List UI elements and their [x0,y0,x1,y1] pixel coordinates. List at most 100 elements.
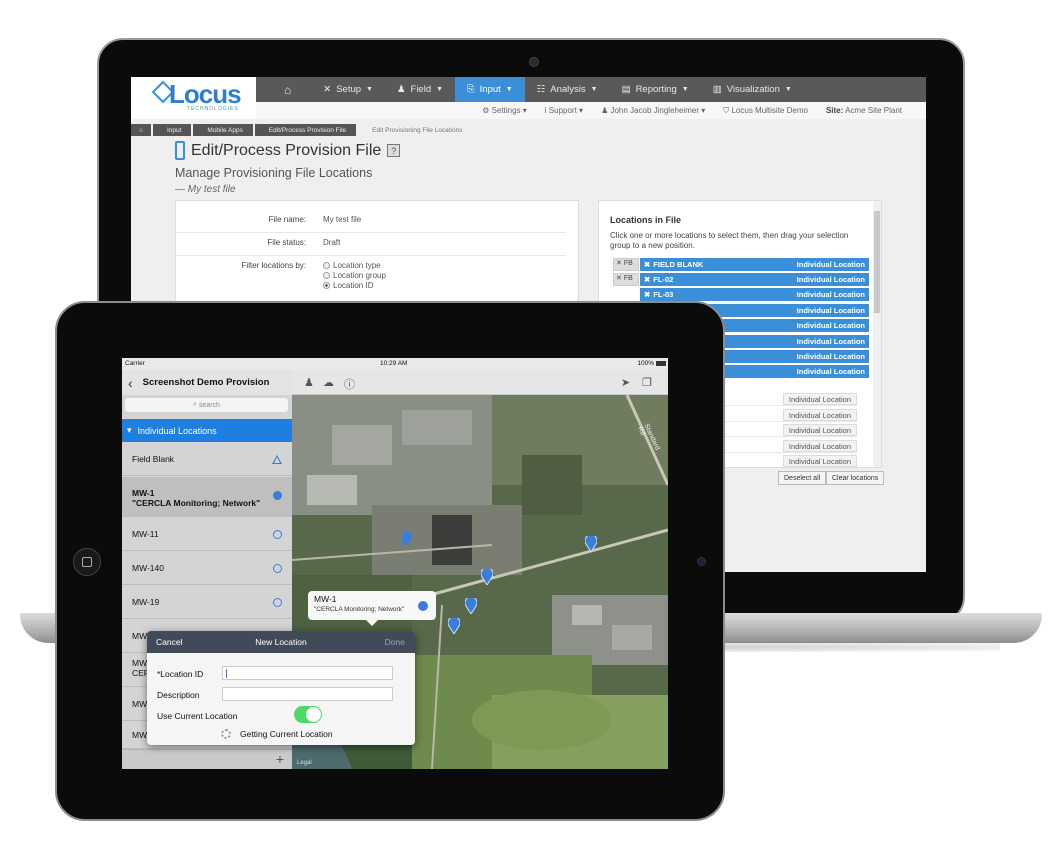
group-tag[interactable]: ✕ FB [613,258,639,271]
tools-icon: ✕ [323,84,332,95]
close-icon: ✖ [644,290,651,299]
location-id-input[interactable] [222,666,393,680]
scroll-thumb[interactable] [874,211,880,313]
nav-reporting-label: Reporting [635,84,677,95]
user-location-icon[interactable]: ♟ [304,376,314,389]
description-input[interactable] [222,687,393,701]
info-icon[interactable]: ⓘ [344,376,355,392]
mobile-phone-icon [175,141,185,160]
close-icon: ✕ [616,275,624,282]
close-icon: ✖ [644,275,651,284]
item-name: MW-1 [132,488,155,498]
nav-field-label: Field [410,84,432,95]
org-menu[interactable]: ⛉ Locus Multisite Demo [723,106,808,116]
item-name: MW-19 [132,597,160,607]
filled-circle-icon [273,491,282,500]
nav-field[interactable]: ♟ Field ▼ [385,77,455,102]
filter-radio-type[interactable]: Location type [323,261,386,270]
spinner-icon [221,729,231,739]
filter-options: Location type Location group Location ID [323,261,386,291]
brand-area[interactable]: Locus TECHNOLOGIES [131,77,256,119]
map-legal-link[interactable]: Legal [297,760,312,766]
battery-percent: 100% [637,360,654,367]
callout-title: MW-1 [314,594,337,604]
person-icon: ♟ [396,84,406,95]
cancel-button[interactable]: Cancel [156,637,182,647]
filled-circle-icon[interactable] [418,601,428,611]
laptop-camera [529,57,539,67]
selected-location-row[interactable]: ✖ FIELD BLANK Individual Location [640,258,869,271]
tablet-camera [697,557,706,566]
gear-icon: ⚙ [482,106,490,115]
clear-locations-button[interactable]: Clear locations [826,471,885,485]
home-icon[interactable]: ⌂ [256,77,311,102]
main-navbar: ⌂ ✕ Setup ▼ ♟ Field ▼ ⎘ Input ▼ ☷ Analysis ▼ ▤ Re… [256,77,926,102]
cloud-icon[interactable]: ☁ [323,376,334,389]
caret-icon: ▼ [590,86,598,93]
file-name-row: File name: My test file [176,215,566,233]
location-id-label: *Location ID [157,669,204,679]
group-header[interactable]: ▾ Individual Locations [122,419,292,442]
circle-icon [273,598,282,607]
list-item[interactable]: Field Blank [122,443,292,476]
navigate-arrow-icon[interactable]: ➤ [621,376,630,389]
support-menu[interactable]: i Support ▾ [545,106,583,115]
search-input[interactable]: ⌕ search [125,398,288,412]
nav-visualization[interactable]: ▥ Visualization ▼ [701,77,804,102]
nav-setup[interactable]: ✕ Setup ▼ [311,77,385,102]
layers-icon[interactable]: ❐ [642,376,652,389]
settings-menu[interactable]: ⚙ Settings ▾ [482,106,527,115]
group-tag[interactable]: ✕ FB [613,273,639,286]
done-button[interactable]: Done [385,637,405,647]
filter-radio-group[interactable]: Location group [323,271,386,280]
file-status-label: File status: [267,238,306,247]
list-item-selected[interactable]: MW-1 "CERCLA Monitoring; Network" [122,477,292,517]
nav-reporting[interactable]: ▤ Reporting ▼ [610,77,701,102]
group-title: Individual Locations [137,425,217,436]
org-icon: ⛉ [723,105,730,115]
user-name: John Jacob Jingleheimer [610,106,699,115]
getting-location-status: Getting Current Location [240,729,333,739]
radio-selected-icon [323,282,330,289]
status-time: 10:29 AM [380,360,408,367]
list-item[interactable]: MW-19 [122,586,292,619]
logo-subtext: TECHNOLOGIES [187,106,239,112]
use-current-location-label: Use Current Location [157,711,238,721]
add-button[interactable]: + [276,751,284,767]
user-menu[interactable]: ♟ John Jacob Jingleheimer ▾ [601,106,705,115]
breadcrumb-item[interactable]: Mobile Apps [193,124,253,136]
breadcrumb-current: Edit Provisioning File Locations [372,126,463,134]
nav-input[interactable]: ⎘ Input ▼ [455,77,525,102]
nav-analysis-label: Analysis [550,84,586,95]
back-chevron-icon[interactable]: ‹ [128,375,133,391]
filter-radio-id[interactable]: Location ID [323,281,386,290]
settings-label: Settings [491,106,521,115]
selected-location-row[interactable]: ✖ FL-03 Individual Location [640,288,869,301]
site-selector[interactable]: Site: Acme Site Plant [826,106,902,115]
list-item[interactable]: MW-11 [122,518,292,551]
breadcrumb-home-icon[interactable]: ⌂ [131,124,151,136]
caret-icon: ▼ [681,86,689,93]
nav-analysis[interactable]: ☷ Analysis ▼ [525,77,610,102]
use-current-location-toggle[interactable] [294,706,322,723]
file-name-tag: — My test file [175,184,236,195]
caret-icon: ▼ [436,86,444,93]
selected-location-row[interactable]: ✖ FL-02 Individual Location [640,273,869,286]
radio-label: Location type [333,261,381,270]
deselect-all-button[interactable]: Deselect all [778,471,827,485]
map-callout[interactable]: MW-1 "CERCLA Monitoring; Network" [308,591,436,626]
breadcrumb-item[interactable]: Input [152,124,192,136]
tablet-home-button[interactable] [73,548,101,576]
locations-scrollbar[interactable] [873,201,881,467]
radio-label: Location ID [333,281,374,290]
chevron-down-icon: ▾ [127,425,132,435]
filter-row: Filter locations by: Location type Locat… [176,261,566,301]
list-item[interactable]: MW-140 [122,552,292,585]
circle-icon [273,564,282,573]
breadcrumb-item[interactable]: Edit/Process Provision File [254,124,357,136]
document-icon: ▤ [621,84,631,95]
location-type: Individual Location [796,321,865,330]
dialog-title: New Location [255,637,307,647]
location-name: FIELD BLANK [653,260,704,269]
help-icon[interactable]: ? [387,144,401,157]
